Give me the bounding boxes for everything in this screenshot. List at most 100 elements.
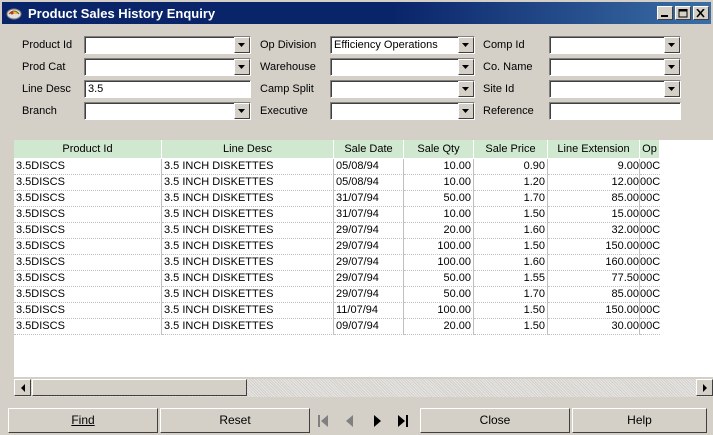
scrollbar-thumb[interactable]: [32, 379, 247, 396]
chevron-down-icon: [238, 109, 245, 113]
table-row[interactable]: 3.5DISCS 3.5 INCH DISKETTES 31/07/94 10.00 1…: [14, 207, 660, 223]
line-desc-value: 3.5: [88, 83, 104, 95]
close-button[interactable]: [693, 6, 709, 20]
warehouse-dropdown-button[interactable]: [458, 59, 474, 75]
chevron-down-icon: [462, 87, 469, 91]
table-row[interactable]: 3.5DISCS 3.5 INCH DISKETTES 29/07/94 20.00 1…: [14, 223, 660, 239]
executive-dropdown-button[interactable]: [458, 103, 474, 119]
table-row[interactable]: 3.5DISCS 3.5 INCH DISKETTES 29/07/94 100.00…: [14, 255, 660, 271]
camp-split-combo[interactable]: [330, 80, 475, 98]
product-id-dropdown-button[interactable]: [234, 37, 250, 53]
table-row[interactable]: 3.5DISCS 3.5 INCH DISKETTES 05/08/94 10.00 1…: [14, 175, 660, 191]
column-header[interactable]: Sale Date: [334, 140, 404, 158]
prod-cat-dropdown-button[interactable]: [234, 59, 250, 75]
line-desc-input[interactable]: 3.5: [84, 80, 251, 98]
co-name-dropdown-button[interactable]: [664, 59, 680, 75]
reset-button[interactable]: Reset: [160, 408, 310, 433]
table-row[interactable]: 3.5DISCS 3.5 INCH DISKETTES 29/07/94 50.00 1…: [14, 271, 660, 287]
table-cell: 00C: [640, 271, 660, 287]
table-cell: 160.00: [548, 255, 640, 271]
camp-split-label: Camp Split: [260, 83, 314, 95]
comp-id-combo[interactable]: [549, 36, 681, 54]
op-division-label: Op Division: [260, 39, 317, 51]
table-cell: 3.5 INCH DISKETTES: [162, 207, 334, 223]
site-id-combo[interactable]: [549, 80, 681, 98]
previous-record-button[interactable]: [340, 411, 360, 431]
close-icon: [696, 9, 705, 18]
table-cell: 3.5DISCS: [14, 175, 162, 191]
minimize-button[interactable]: [657, 6, 673, 20]
branch-combo[interactable]: [84, 102, 251, 120]
reference-input[interactable]: [549, 102, 681, 120]
find-button[interactable]: Find: [8, 408, 158, 433]
close-window-button[interactable]: Close: [420, 408, 570, 433]
horizontal-scrollbar[interactable]: [14, 379, 713, 397]
minimize-icon: [661, 15, 668, 17]
column-header[interactable]: Sale Qty: [404, 140, 474, 158]
warehouse-label: Warehouse: [260, 61, 316, 73]
op-division-dropdown-button[interactable]: [458, 37, 474, 53]
table-cell: 3.5 INCH DISKETTES: [162, 191, 334, 207]
executive-combo[interactable]: [330, 102, 475, 120]
first-record-icon: [318, 415, 328, 427]
table-cell: 3.5 INCH DISKETTES: [162, 223, 334, 239]
chevron-down-icon: [668, 43, 675, 47]
table-cell: 31/07/94: [334, 191, 404, 207]
table-cell: 29/07/94: [334, 223, 404, 239]
camp-split-dropdown-button[interactable]: [458, 81, 474, 97]
table-cell: 1.50: [474, 207, 548, 223]
table-cell: 150.00: [548, 239, 640, 255]
table-cell: 100.00: [404, 239, 474, 255]
table-cell: 11/07/94: [334, 303, 404, 319]
table-cell: 29/07/94: [334, 239, 404, 255]
table-cell: 3.5DISCS: [14, 255, 162, 271]
table-cell: 05/08/94: [334, 175, 404, 191]
product-sales-history-window: Product Sales History Enquiry Product Id…: [0, 0, 713, 435]
table-cell: 85.00: [548, 191, 640, 207]
scroll-left-button[interactable]: [14, 379, 31, 396]
reset-button-label: Reset: [219, 413, 251, 427]
table-cell: 3.5 INCH DISKETTES: [162, 287, 334, 303]
product-id-combo[interactable]: [84, 36, 251, 54]
app-icon: [6, 8, 22, 20]
table-row[interactable]: 3.5DISCS 3.5 INCH DISKETTES 09/07/94 20.00 1…: [14, 319, 660, 335]
op-division-combo[interactable]: Efficiency Operations: [330, 36, 475, 54]
table-cell: 50.00: [404, 191, 474, 207]
column-header[interactable]: Line Extension: [548, 140, 640, 158]
table-cell: 05/08/94: [334, 159, 404, 175]
table-cell: 3.5DISCS: [14, 303, 162, 319]
next-record-icon: [374, 415, 381, 427]
first-record-button[interactable]: [313, 411, 333, 431]
button-bar: Find Reset Close Help: [0, 406, 713, 435]
branch-dropdown-button[interactable]: [234, 103, 250, 119]
prod-cat-combo[interactable]: [84, 58, 251, 76]
chevron-down-icon: [668, 65, 675, 69]
comp-id-label: Comp Id: [483, 39, 525, 51]
table-row[interactable]: 3.5DISCS 3.5 INCH DISKETTES 31/07/94 50.00 1…: [14, 191, 660, 207]
warehouse-combo[interactable]: [330, 58, 475, 76]
column-header[interactable]: Product Id: [14, 140, 162, 158]
table-row[interactable]: 3.5DISCS 3.5 INCH DISKETTES 05/08/94 10.00 0…: [14, 159, 660, 175]
table-row[interactable]: 3.5DISCS 3.5 INCH DISKETTES 29/07/94 100.00…: [14, 239, 660, 255]
table-cell: 00C: [640, 175, 660, 191]
maximize-button[interactable]: [675, 6, 691, 20]
sales-history-grid[interactable]: Product Id Line Desc Sale Date Sale Qty Sale…: [14, 140, 713, 377]
table-cell: 00C: [640, 223, 660, 239]
table-row[interactable]: 3.5DISCS 3.5 INCH DISKETTES 29/07/94 50.00 1…: [14, 287, 660, 303]
co-name-combo[interactable]: [549, 58, 681, 76]
comp-id-dropdown-button[interactable]: [664, 37, 680, 53]
column-header[interactable]: Op: [640, 140, 660, 158]
table-row[interactable]: 3.5DISCS 3.5 INCH DISKETTES 11/07/94 100.00…: [14, 303, 660, 319]
scroll-right-button[interactable]: [696, 379, 713, 396]
next-record-button[interactable]: [368, 411, 388, 431]
title-bar[interactable]: Product Sales History Enquiry: [2, 2, 711, 24]
help-button[interactable]: Help: [572, 408, 707, 433]
table-cell: 30.00: [548, 319, 640, 335]
table-cell: 15.00: [548, 207, 640, 223]
table-cell: 31/07/94: [334, 207, 404, 223]
column-header[interactable]: Sale Price: [474, 140, 548, 158]
column-header[interactable]: Line Desc: [162, 140, 334, 158]
site-id-dropdown-button[interactable]: [664, 81, 680, 97]
arrow-right-icon: [703, 384, 707, 392]
last-record-button[interactable]: [394, 411, 414, 431]
